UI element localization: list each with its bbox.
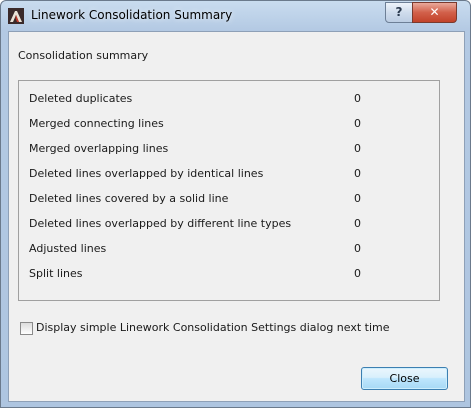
- app-icon: [8, 8, 24, 24]
- row-label: Adjusted lines: [29, 242, 107, 255]
- close-button[interactable]: Close: [361, 367, 448, 390]
- summary-row: Split lines 0: [29, 267, 429, 283]
- dialog-content: Consolidation summary Deleted duplicates…: [8, 31, 465, 402]
- window-title: Linework Consolidation Summary: [31, 8, 233, 22]
- row-value: 0: [354, 117, 361, 130]
- row-value: 0: [354, 142, 361, 155]
- dialog-window: Linework Consolidation Summary ? ✕ Conso…: [0, 0, 471, 408]
- simple-dialog-checkbox[interactable]: [20, 322, 33, 335]
- summary-row: Deleted lines covered by a solid line 0: [29, 192, 429, 208]
- help-button[interactable]: ?: [385, 2, 413, 23]
- title-bar[interactable]: Linework Consolidation Summary ? ✕: [1, 1, 470, 31]
- row-label: Deleted lines covered by a solid line: [29, 192, 229, 205]
- row-value: 0: [354, 217, 361, 230]
- summary-row: Deleted duplicates 0: [29, 92, 429, 108]
- summary-row: Merged overlapping lines 0: [29, 142, 429, 158]
- summary-panel: Deleted duplicates 0 Merged connecting l…: [18, 80, 440, 301]
- summary-row: Deleted lines overlapped by identical li…: [29, 167, 429, 183]
- row-label: Split lines: [29, 267, 83, 280]
- summary-row: Adjusted lines 0: [29, 242, 429, 258]
- row-label: Deleted lines overlapped by different li…: [29, 217, 292, 230]
- summary-row: Merged connecting lines 0: [29, 117, 429, 133]
- row-value: 0: [354, 242, 361, 255]
- window-close-button[interactable]: ✕: [412, 2, 457, 23]
- row-value: 0: [354, 267, 361, 280]
- row-value: 0: [354, 192, 361, 205]
- simple-dialog-checkbox-label[interactable]: Display simple Linework Consolidation Se…: [36, 321, 390, 334]
- summary-row: Deleted lines overlapped by different li…: [29, 217, 429, 233]
- row-label: Deleted lines overlapped by identical li…: [29, 167, 264, 180]
- row-value: 0: [354, 167, 361, 180]
- row-value: 0: [354, 92, 361, 105]
- row-label: Deleted duplicates: [29, 92, 133, 105]
- row-label: Merged connecting lines: [29, 117, 164, 130]
- summary-heading: Consolidation summary: [18, 49, 149, 62]
- row-label: Merged overlapping lines: [29, 142, 169, 155]
